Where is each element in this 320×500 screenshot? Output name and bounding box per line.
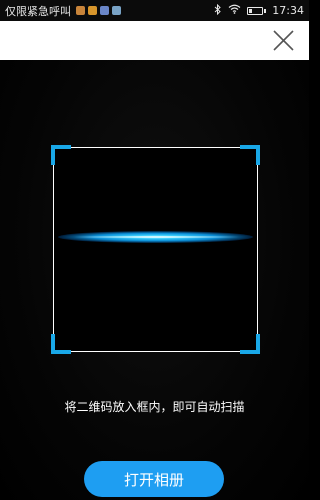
status-right: 17:34 [214,3,304,18]
close-icon [273,30,294,51]
corner-top-left [51,145,71,165]
corner-top-right [240,145,260,165]
top-bar [0,21,309,60]
app-icon-2 [88,6,97,15]
wifi-icon [228,4,241,17]
corner-bottom-left [51,334,71,354]
battery-icon [247,6,267,15]
app-icon-1 [76,6,85,15]
close-button[interactable] [270,27,297,54]
app-icon-3 [100,6,109,15]
scan-hint: 将二维码放入框内，即可自动扫描 [64,400,245,414]
status-bar: 仅限紧急呼叫 17:34 [0,0,309,21]
clock: 17:34 [272,4,304,17]
corner-bottom-right [240,334,260,354]
bluetooth-icon [214,3,222,18]
carrier-text: 仅限紧急呼叫 [5,4,71,18]
scan-line-highlight [74,236,239,238]
app-icon-4 [112,6,121,15]
scan-frame [51,145,260,354]
open-album-button[interactable]: 打开相册 [84,461,224,497]
